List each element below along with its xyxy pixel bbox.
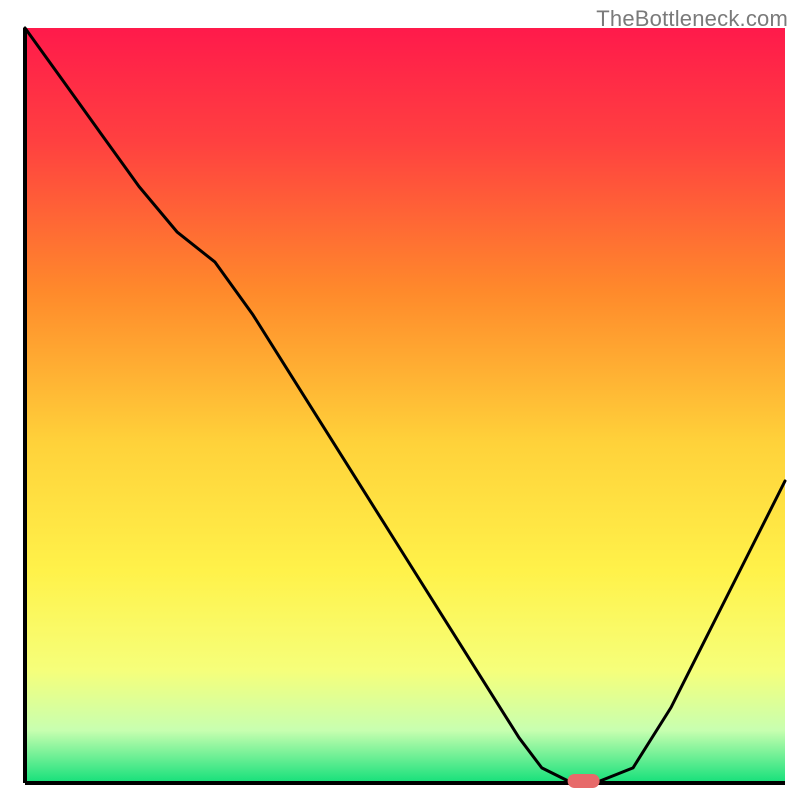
chart-svg xyxy=(0,0,800,800)
chart-background xyxy=(25,28,785,783)
optimal-marker xyxy=(568,774,600,788)
watermark-label: TheBottleneck.com xyxy=(596,6,788,32)
bottleneck-chart: TheBottleneck.com xyxy=(0,0,800,800)
